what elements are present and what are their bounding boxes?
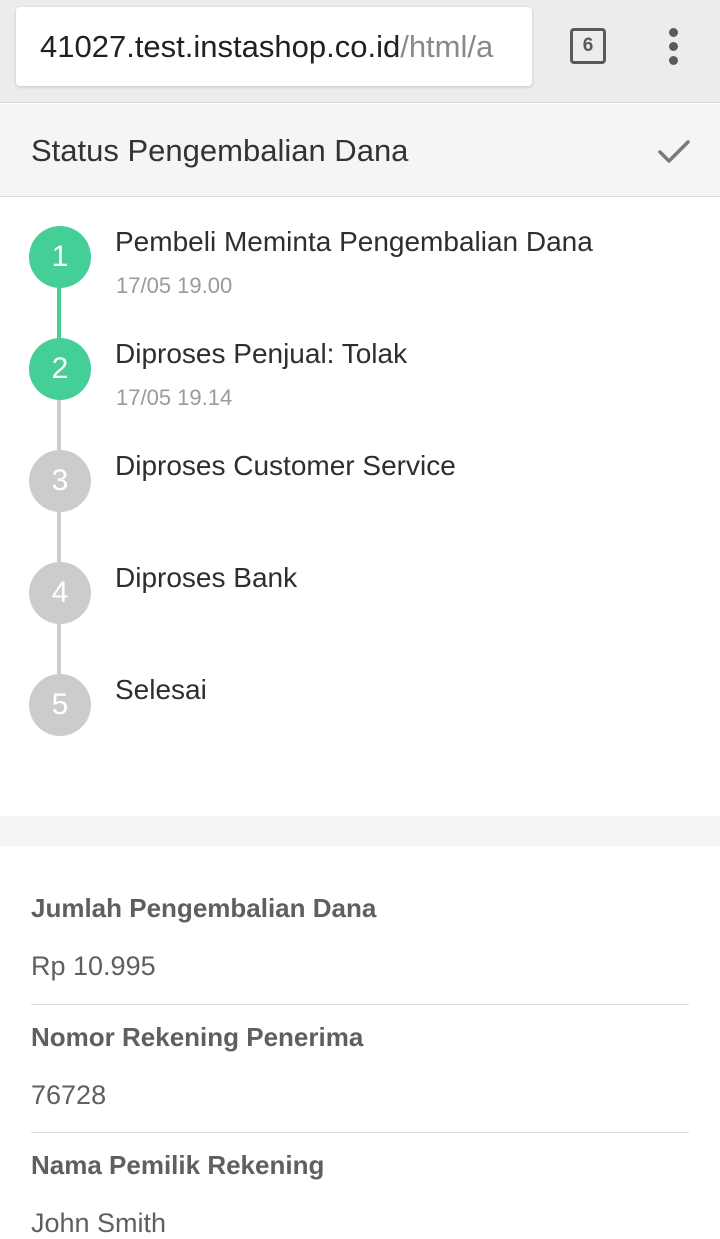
account-owner-value: John Smith (31, 1208, 167, 1238)
step-title: Pembeli Meminta Pengembalian Dana (115, 226, 593, 257)
refund-details: Jumlah Pengembalian Dana Rp 10.995 Nomor… (0, 846, 720, 1238)
step-item: 2 Diproses Penjual: Tolak 17/05 19.14 (0, 310, 720, 422)
refund-status-stepper: 1 Pembeli Meminta Pengembalian Dana 17/0… (0, 198, 720, 816)
section-separator (0, 816, 720, 846)
step-item: 3 Diproses Customer Service (0, 422, 720, 534)
step-number-badge: 4 (29, 562, 91, 624)
step-title: Diproses Customer Service (115, 450, 456, 481)
step-item: 1 Pembeli Meminta Pengembalian Dana 17/0… (0, 198, 720, 310)
account-number-value: 76728 (31, 1080, 107, 1110)
tab-switcher-button[interactable]: 6 (570, 28, 606, 64)
step-timestamp: 17/05 19.14 (116, 385, 233, 410)
page-header: Status Pengembalian Dana (0, 104, 720, 197)
step-number-badge: 2 (29, 338, 91, 400)
step-title: Selesai (115, 674, 207, 705)
url-path: /html/a (400, 29, 494, 64)
divider (31, 1132, 689, 1133)
step-number-badge: 1 (29, 226, 91, 288)
browser-toolbar: 41027.test.instashop.co.id/html/a 6 (0, 0, 720, 103)
step-title: Diproses Bank (115, 562, 298, 593)
step-item: 5 Selesai (0, 646, 720, 758)
step-title: Diproses Penjual: Tolak (115, 338, 408, 369)
url-bar[interactable]: 41027.test.instashop.co.id/html/a (16, 7, 532, 86)
check-icon[interactable] (650, 131, 698, 171)
step-item: 4 Diproses Bank (0, 534, 720, 646)
account-owner-label: Nama Pemilik Rekening (31, 1150, 325, 1180)
step-timestamp: 17/05 19.00 (116, 273, 233, 298)
overflow-menu-icon[interactable] (664, 28, 684, 65)
refund-amount-label: Jumlah Pengembalian Dana (31, 893, 377, 923)
url-host: 41027.test.instashop.co.id (40, 29, 401, 64)
divider (31, 1004, 689, 1005)
refund-amount-value: Rp 10.995 (31, 951, 156, 981)
step-number-badge: 5 (29, 674, 91, 736)
page-title: Status Pengembalian Dana (31, 133, 409, 168)
step-number-badge: 3 (29, 450, 91, 512)
account-number-label: Nomor Rekening Penerima (31, 1022, 364, 1052)
